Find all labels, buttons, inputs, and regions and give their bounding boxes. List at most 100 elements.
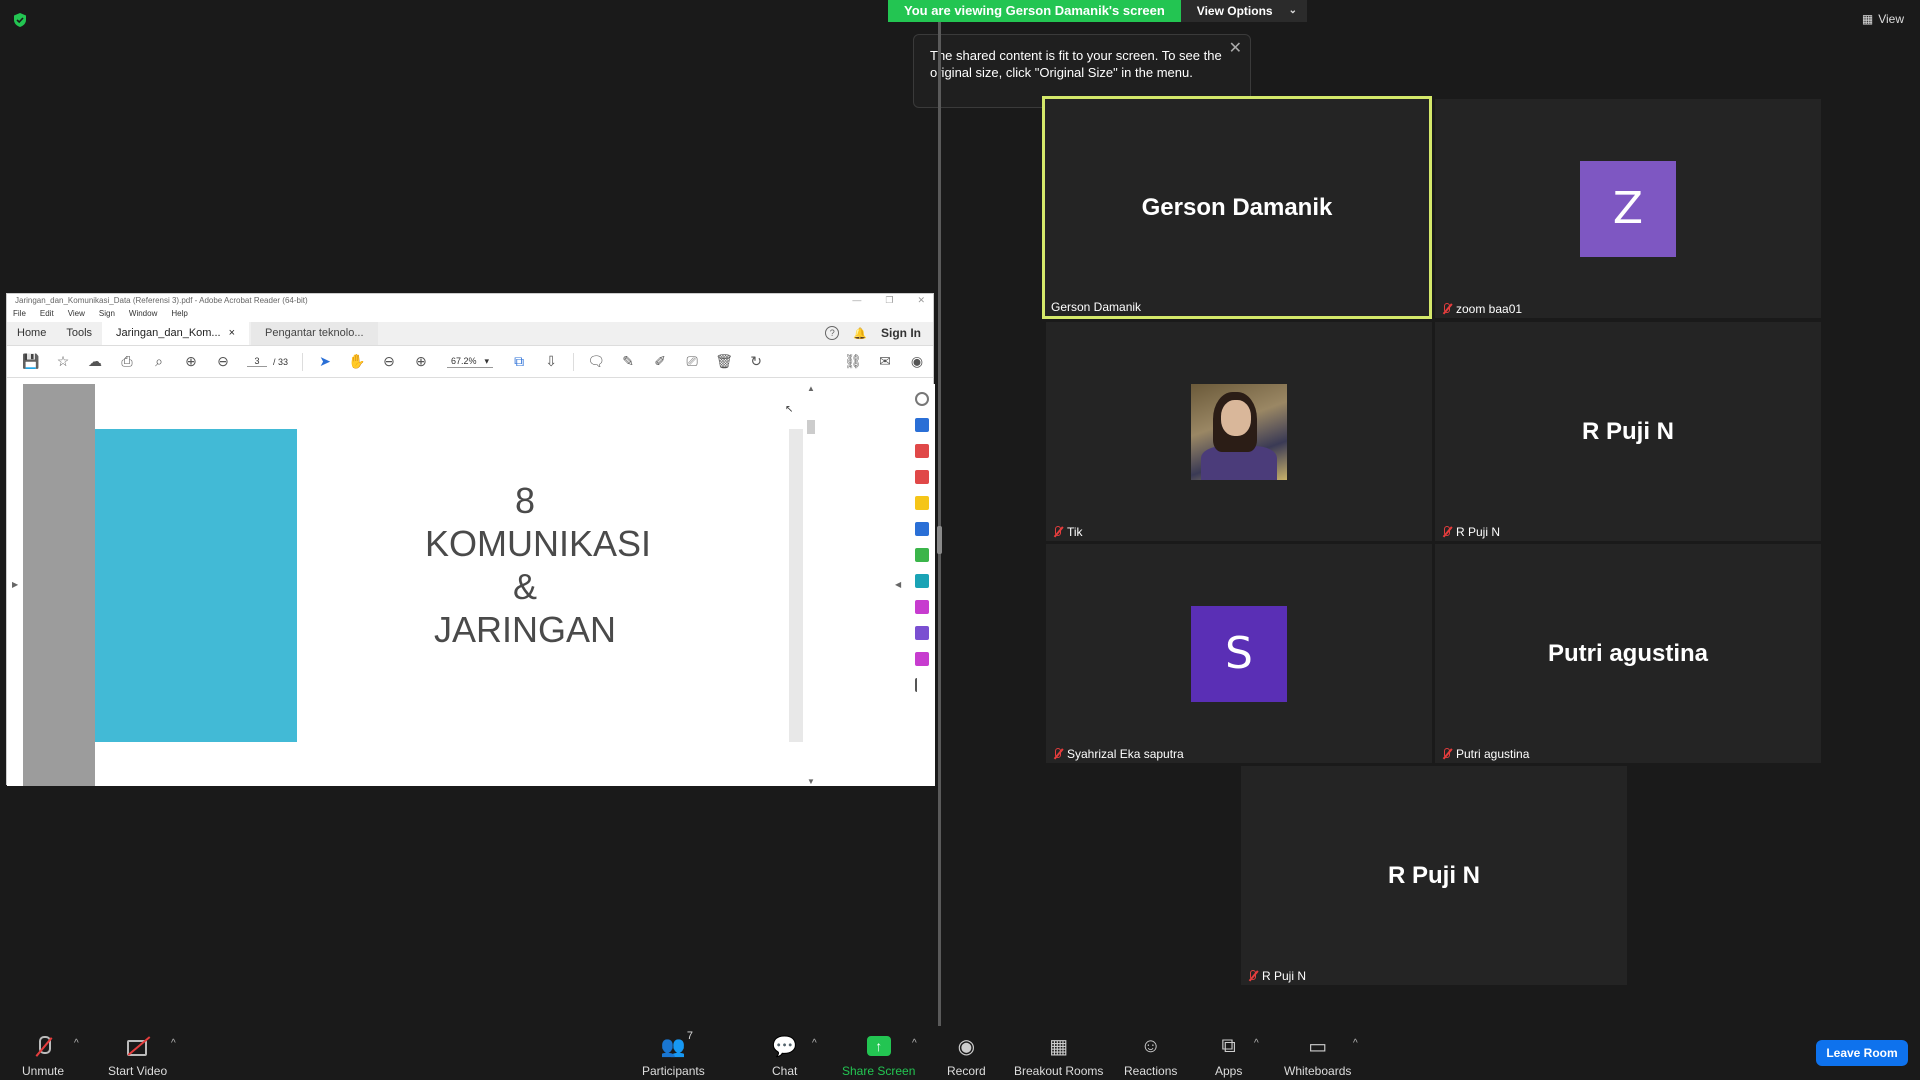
audio-options-caret-icon[interactable]: ^ [74,1038,79,1049]
zoom-in-icon[interactable]: ⊕ [405,350,437,374]
tab-document-jaringan[interactable]: Jaringan_dan_Kom... × [102,322,250,345]
chat-options-caret-icon[interactable]: ^ [812,1038,817,1049]
video-tile-putri-agustina[interactable]: Putri agustina Putri agustina [1435,544,1821,763]
search-icon[interactable]: ⌕ [143,350,175,374]
previous-page-icon[interactable]: ⊕ [175,350,207,374]
close-tab-icon[interactable]: × [229,327,235,340]
share-screen-button[interactable]: ↑ Share Screen [842,1034,915,1078]
video-tile-syahrizal[interactable]: S Syahrizal Eka saputra [1046,544,1432,763]
collapse-right-icon[interactable]: ◀ [895,580,901,589]
breakout-rooms-button[interactable]: ▦ Breakout Rooms [1014,1034,1103,1079]
maximize-icon[interactable]: ❐ [885,295,893,306]
zoom-level-select[interactable]: 67.2% ▾ [447,356,494,368]
video-tile-r-puji-n-2[interactable]: R Puji N R Puji N [1241,766,1627,985]
link-icon[interactable]: ⛓ [837,350,869,374]
bell-icon[interactable]: 🔔 [853,327,867,340]
share-user-icon[interactable]: ◉ [901,350,933,374]
participants-button[interactable]: 👥 7 Participants [642,1030,705,1078]
view-layout-button[interactable]: ▦ View [1862,12,1904,26]
splitter-handle[interactable] [937,526,942,554]
delete-icon[interactable]: 🗑 [708,350,740,374]
page-total: / 33 [273,356,289,367]
rotate-icon[interactable]: ↻ [740,350,772,374]
organize-pages-icon[interactable] [915,444,929,458]
whiteboard-icon: ▭ [1308,1035,1328,1058]
panel-splitter[interactable] [938,22,941,1026]
expand-left-icon[interactable]: ▶ [12,580,18,589]
page-number-input[interactable]: 3 [247,356,267,367]
sign-in-button[interactable]: Sign In [881,326,921,340]
more-tools-icon[interactable] [915,652,929,666]
apps-button[interactable]: ⧉ Apps [1215,1034,1242,1079]
menu-file[interactable]: File [13,309,26,322]
stamp-icon[interactable]: ⎚ [676,350,708,374]
mic-muted-icon [1441,303,1451,315]
email-icon[interactable]: ✉ [869,350,901,374]
participant-name: R Puji N [1262,969,1307,983]
edit-pdf-icon[interactable] [915,548,929,562]
apps-icon: ⧉ [1221,1034,1236,1057]
camera-off-icon [125,1034,151,1058]
encryption-shield-icon[interactable] [12,12,28,28]
video-options-caret-icon[interactable]: ^ [171,1038,176,1049]
fill-sign-icon[interactable] [915,600,929,614]
menu-view[interactable]: View [68,309,85,322]
highlight-pen-icon[interactable]: ✎ [612,350,644,374]
view-options-button[interactable]: View Options ⌄ [1180,0,1307,22]
unmute-button[interactable]: Unmute [22,1034,64,1078]
close-window-icon[interactable]: ✕ [917,295,925,306]
comment-tool-icon[interactable] [915,496,929,510]
protect-icon[interactable] [915,626,929,640]
participant-label: Tik [1052,525,1083,539]
video-tile-gerson-damanik[interactable]: Gerson Damanik Gerson Damanik [1042,96,1432,319]
start-video-button[interactable]: Start Video [108,1034,167,1078]
video-tile-tik[interactable]: Tik [1046,322,1432,541]
create-pdf-icon[interactable] [915,418,929,432]
chat-button[interactable]: 💬 Chat [772,1034,798,1079]
menu-help[interactable]: Help [171,309,187,322]
upload-cloud-icon[interactable]: ☁ [79,350,111,374]
next-page-icon[interactable]: ⊖ [207,350,239,374]
menu-edit[interactable]: Edit [40,309,54,322]
whiteboard-options-caret-icon[interactable]: ^ [1353,1038,1358,1049]
hand-icon[interactable]: ✋ [341,350,373,374]
save-icon[interactable]: 💾 [15,350,47,374]
scroll-up-icon[interactable]: ▲ [807,384,815,393]
exit-pane-icon[interactable] [915,678,929,692]
scroll-mode-icon[interactable]: ⇩ [535,350,567,374]
whiteboards-button[interactable]: ▭ Whiteboards [1284,1034,1351,1079]
menu-window[interactable]: Window [129,309,157,322]
close-icon[interactable]: ✕ [1229,40,1242,57]
scroll-down-icon[interactable]: ▼ [807,777,815,786]
apps-options-caret-icon[interactable]: ^ [1254,1038,1259,1049]
star-icon[interactable]: ☆ [47,350,79,374]
tab-tools[interactable]: Tools [56,322,102,345]
menu-sign[interactable]: Sign [99,309,115,322]
tab-document-pengantar[interactable]: Pengantar teknolo... [251,322,378,345]
zoom-tool-icon[interactable] [915,392,929,406]
participant-label: R Puji N [1247,969,1306,983]
combine-files-icon[interactable] [915,522,929,536]
video-tile-zoom-baa01[interactable]: Z zoom baa01 [1435,99,1821,318]
print-icon[interactable]: ⎙ [111,350,143,374]
zoom-out-icon[interactable]: ⊖ [373,350,405,374]
minimize-icon[interactable]: — [852,295,861,306]
chat-label: Chat [772,1064,798,1078]
help-icon[interactable]: ? [825,326,840,340]
vertical-scrollbar[interactable]: ▲ ▼ [803,384,819,786]
video-tile-r-puji-n[interactable]: R Puji N R Puji N [1435,322,1821,541]
document-canvas[interactable]: 8 KOMUNIKASI & JARINGAN ↖ [23,384,811,786]
select-cursor-icon[interactable]: ➤ [309,350,341,374]
tab-home[interactable]: Home [7,322,56,345]
leave-room-button[interactable]: Leave Room [1816,1040,1908,1066]
fit-page-icon[interactable]: ⧉ [503,350,535,374]
reactions-button[interactable]: ☺ Reactions [1124,1034,1177,1079]
record-button[interactable]: ◉ Record [947,1034,986,1079]
comment-icon[interactable]: 🗨 [580,350,612,374]
share-options-caret-icon[interactable]: ^ [912,1038,917,1049]
left-panel-toggle[interactable]: ▶ [7,384,23,786]
draw-icon[interactable]: ✐ [644,350,676,374]
export-pdf-icon[interactable] [915,470,929,484]
scan-ocr-icon[interactable] [915,574,929,588]
scrollbar-thumb[interactable] [807,420,815,434]
